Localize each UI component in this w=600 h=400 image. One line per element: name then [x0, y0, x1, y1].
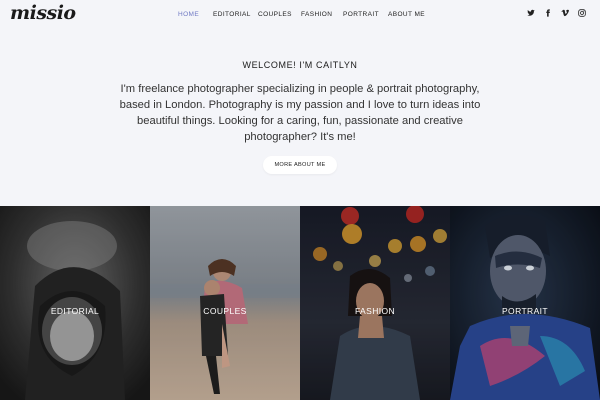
intro-section: WELCOME! I'M CAITLYN I'm freelance photo…: [0, 60, 600, 174]
gallery-tile-couples[interactable]: COUPLES: [150, 206, 300, 400]
nav-home[interactable]: HOME: [178, 11, 199, 18]
tile-label-editorial: EDITORIAL: [50, 306, 100, 316]
couples-photo: [150, 206, 300, 400]
site-logo[interactable]: missio: [10, 2, 76, 24]
instagram-icon[interactable]: [578, 9, 586, 17]
gallery-tile-editorial[interactable]: EDITORIAL: [0, 206, 150, 400]
portrait-photo: [450, 206, 600, 400]
vimeo-icon[interactable]: [561, 9, 570, 17]
gallery-tile-fashion[interactable]: FASHION: [300, 206, 450, 400]
fashion-photo: [300, 206, 450, 400]
intro-title: WELCOME! I'M CAITLYN: [242, 60, 358, 70]
gallery-tile-portrait[interactable]: PORTRAIT: [450, 206, 600, 400]
category-gallery: EDITORIAL COUPLES FASHION PORTRAIT: [0, 206, 600, 400]
twitter-icon[interactable]: [527, 9, 535, 17]
nav-couples[interactable]: COUPLES: [258, 11, 292, 18]
nav-about-me[interactable]: ABOUT ME: [388, 11, 425, 18]
nav-fashion[interactable]: FASHION: [301, 11, 332, 18]
tile-label-couples: COUPLES: [203, 306, 247, 316]
tile-label-portrait: PORTRAIT: [501, 306, 549, 316]
nav-editorial[interactable]: EDITORIAL: [213, 11, 251, 18]
editorial-photo: [0, 206, 150, 400]
site-header: missio HOME EDITORIAL COUPLES FASHION PO…: [0, 0, 600, 32]
more-about-me-button[interactable]: MORE ABOUT ME: [263, 156, 337, 174]
social-links: [527, 9, 586, 17]
facebook-icon[interactable]: [544, 9, 552, 17]
tile-label-fashion: FASHION: [354, 306, 396, 316]
nav-portrait[interactable]: PORTRAIT: [343, 11, 379, 18]
intro-text: I'm freelance photographer specializing …: [119, 83, 481, 143]
